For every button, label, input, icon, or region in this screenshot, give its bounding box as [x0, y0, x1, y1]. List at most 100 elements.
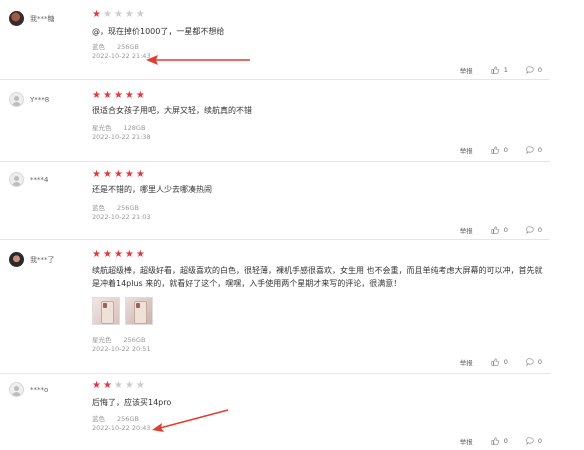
avatar[interactable] — [9, 172, 24, 187]
star-icon: ★ — [113, 380, 123, 391]
review-photo-thumbnail[interactable] — [125, 297, 153, 325]
review-time: 2022-10-22 21:43 — [92, 52, 151, 60]
spec-color: 星光色 — [92, 336, 112, 344]
star-icon: ★ — [92, 380, 101, 391]
review-meta: 星光色 256GB 2022-10-22 20:51 — [92, 336, 157, 354]
review-meta: 星光色 128GB 2022-10-22 21:38 — [92, 124, 157, 142]
review-meta: 蓝色 256GB 2022-10-22 21:03 — [92, 204, 151, 222]
reply-button[interactable]: 0 — [526, 66, 542, 74]
review-list: 我***糖 ★ ★ ★ ★ ★ @，现在掉价1000了，一星都不想给 蓝色 256… — [0, 0, 584, 450]
reviewer-info: ****o — [9, 382, 48, 397]
star-icon: ★ — [102, 169, 112, 180]
review-time: 2022-10-22 20:51 — [92, 345, 151, 353]
star-rating: ★ ★ ★ ★ ★ — [92, 91, 145, 101]
spec-storage: 256GB — [117, 415, 139, 423]
spec-storage: 256GB — [123, 336, 146, 344]
review-actions: 举报 1 0 — [460, 65, 542, 75]
review-text: 还是不错的，哪里人少去哪凑热闹 — [92, 185, 212, 194]
like-count: 0 — [503, 146, 508, 154]
star-icon: ★ — [113, 249, 123, 260]
star-icon: ★ — [92, 90, 101, 101]
avatar[interactable] — [9, 382, 24, 397]
star-icon: ★ — [92, 249, 101, 260]
reply-button[interactable]: 0 — [526, 226, 542, 234]
review-item: 我***了 ★ ★ ★ ★ ★ 续航超级棒，超级好看，超级喜欢的白色，很轻薄，裸… — [0, 239, 550, 374]
reviewer-name[interactable]: 我***了 — [30, 255, 55, 265]
reviewer-info: Y***8 — [9, 92, 49, 107]
like-button[interactable]: 0 — [491, 146, 508, 154]
spec-color: 蓝色 — [92, 204, 105, 212]
star-icon: ★ — [102, 90, 112, 101]
like-count: 1 — [503, 66, 508, 74]
spec-storage: 256GB — [117, 43, 139, 51]
star-icon: ★ — [135, 90, 145, 101]
report-button[interactable]: 举报 — [460, 65, 473, 75]
star-icon: ★ — [102, 249, 112, 260]
report-button[interactable]: 举报 — [460, 436, 473, 446]
reply-count: 0 — [537, 146, 542, 154]
like-button[interactable]: 0 — [491, 358, 508, 366]
reply-count: 0 — [537, 437, 542, 445]
product-spec: 星光色 256GB — [92, 336, 157, 345]
star-icon: ★ — [102, 9, 112, 20]
avatar[interactable] — [9, 11, 24, 26]
thumbs-up-icon — [491, 437, 499, 445]
spec-color: 蓝色 — [92, 415, 105, 423]
star-icon: ★ — [124, 249, 134, 260]
reviewer-name[interactable]: Y***8 — [30, 96, 49, 104]
thumbs-up-icon — [491, 66, 499, 74]
spec-color: 星光色 — [92, 124, 112, 132]
star-icon: ★ — [135, 249, 145, 260]
reply-button[interactable]: 0 — [526, 358, 542, 366]
review-actions: 举报 0 0 — [460, 145, 542, 155]
review-item: Y***8 ★ ★ ★ ★ ★ 很适合女孩子用吧，大屏又轻，续航真的不错 星光色… — [0, 79, 550, 162]
like-button[interactable]: 1 — [491, 66, 508, 74]
review-actions: 举报 0 0 — [460, 225, 542, 235]
product-spec: 蓝色 256GB — [92, 415, 151, 424]
reviewer-name[interactable]: 我***糖 — [30, 14, 55, 24]
reviewer-name[interactable]: ****4 — [30, 176, 48, 184]
comment-icon — [526, 437, 534, 445]
reply-count: 0 — [537, 226, 542, 234]
review-time: 2022-10-22 21:03 — [92, 213, 151, 221]
star-icon: ★ — [124, 380, 134, 391]
star-icon: ★ — [135, 9, 145, 20]
reviewer-name[interactable]: ****o — [30, 386, 48, 394]
reviewer-info: 我***糖 — [9, 11, 55, 26]
like-count: 0 — [503, 226, 508, 234]
review-actions: 举报 0 0 — [460, 357, 542, 367]
report-button[interactable]: 举报 — [460, 357, 473, 367]
like-button[interactable]: 0 — [491, 226, 508, 234]
reviewer-info: ****4 — [9, 172, 48, 187]
star-icon: ★ — [135, 169, 145, 180]
star-icon: ★ — [92, 169, 101, 180]
review-item: 我***糖 ★ ★ ★ ★ ★ @，现在掉价1000了，一星都不想给 蓝色 256… — [0, 0, 550, 80]
comment-icon — [526, 226, 534, 234]
spec-color: 蓝色 — [92, 43, 105, 51]
star-icon: ★ — [124, 169, 134, 180]
review-text: 后悔了，应该买14pro — [92, 398, 172, 407]
star-icon: ★ — [135, 380, 145, 391]
avatar[interactable] — [9, 252, 24, 267]
reply-button[interactable]: 0 — [526, 437, 542, 445]
review-item: ****o ★ ★ ★ ★ ★ 后悔了，应该买14pro 蓝色 256GB 202… — [0, 373, 550, 450]
avatar[interactable] — [9, 92, 24, 107]
like-count: 0 — [503, 358, 508, 366]
star-icon: ★ — [124, 90, 134, 101]
star-rating: ★ ★ ★ ★ ★ — [92, 250, 145, 260]
reply-button[interactable]: 0 — [526, 146, 542, 154]
report-button[interactable]: 举报 — [460, 145, 473, 155]
report-button[interactable]: 举报 — [460, 225, 473, 235]
spec-storage: 128GB — [123, 124, 146, 132]
star-icon: ★ — [102, 380, 112, 391]
star-icon: ★ — [113, 90, 123, 101]
review-photo-thumbnail[interactable] — [92, 297, 120, 325]
review-meta: 蓝色 256GB 2022-10-22 20:43 — [92, 415, 151, 433]
star-icon: ★ — [92, 9, 101, 20]
reviewer-info: 我***了 — [9, 252, 55, 267]
like-count: 0 — [503, 437, 508, 445]
thumbs-up-icon — [491, 358, 499, 366]
review-photos — [92, 297, 153, 325]
thumbs-up-icon — [491, 146, 499, 154]
like-button[interactable]: 0 — [491, 437, 508, 445]
